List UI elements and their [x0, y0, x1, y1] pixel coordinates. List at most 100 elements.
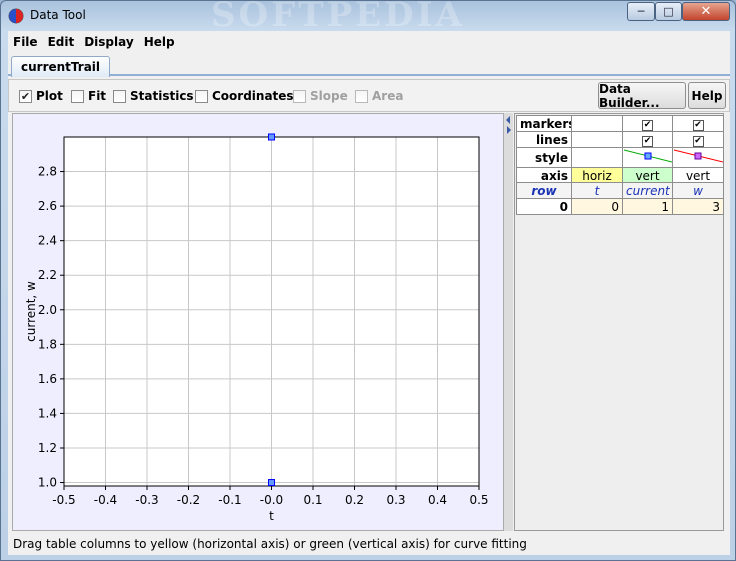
x-tick-label: -0.4: [94, 493, 117, 507]
style-swatch-icon: [623, 149, 672, 163]
x-axis-label: t: [269, 509, 274, 523]
markers-checkbox[interactable]: ✔: [692, 120, 704, 131]
header-row[interactable]: row: [516, 182, 572, 199]
window-title: Data Tool: [30, 8, 86, 22]
cell-t[interactable]: 0: [571, 198, 623, 215]
coordinates-checkbox[interactable]: Coordinates: [195, 89, 294, 103]
style-swatch-icon: [673, 149, 723, 163]
y-tick-label: 1.0: [38, 476, 57, 490]
menu-display[interactable]: Display: [79, 35, 138, 49]
x-tick-label: -0.1: [218, 493, 241, 507]
markers-cell-t: [571, 115, 623, 132]
menu-bar: File Edit Display Help: [8, 31, 730, 52]
style-cell-w[interactable]: [672, 147, 724, 168]
y-tick-label: 1.6: [38, 372, 57, 386]
menu-edit[interactable]: Edit: [43, 35, 80, 49]
cell-current[interactable]: 1: [622, 198, 673, 215]
data-header-row: row t current w: [516, 182, 724, 199]
y-tick-label: 2.0: [38, 303, 57, 317]
data-builder-button[interactable]: Data Builder...: [598, 82, 686, 110]
y-tick-label: 2.2: [38, 268, 57, 282]
maximize-icon: □: [663, 5, 674, 18]
checkbox-icon: [195, 89, 208, 103]
plot-chart[interactable]: -0.5 -0.4 -0.3 -0.2 -0.1 -0.0 0.1 0.2 0.3 0.4 0.5 1…: [13, 114, 505, 532]
statistics-checkbox[interactable]: Statistics: [113, 89, 194, 103]
app-icon: [8, 8, 24, 24]
lines-row: lines ✔ ✔: [516, 131, 724, 148]
y-tick-label: 1.8: [38, 337, 57, 351]
coordinates-label: Coordinates: [212, 89, 294, 103]
menu-help[interactable]: Help: [139, 35, 180, 49]
column-properties-table: markers ✔ ✔ lines ✔ ✔ style axis horiz v…: [516, 115, 724, 184]
y-tick-label: 1.4: [38, 406, 57, 420]
help-button[interactable]: Help: [688, 82, 726, 109]
header-t[interactable]: t: [571, 182, 623, 199]
markers-label: markers: [516, 115, 572, 132]
fit-checkbox[interactable]: Fit: [71, 89, 106, 103]
cell-w[interactable]: 3: [672, 198, 724, 215]
markers-row: markers ✔ ✔: [516, 115, 724, 132]
header-current[interactable]: current: [622, 182, 673, 199]
plot-label: Plot: [36, 89, 63, 103]
area-label: Area: [372, 89, 404, 103]
toolbar: ✔ Plot Fit Statistics Coordinates Slope A…: [8, 79, 730, 112]
style-cell-t: [571, 147, 623, 168]
y-tick-label: 1.2: [38, 441, 57, 455]
area-checkbox: Area: [355, 89, 403, 103]
lines-checkbox[interactable]: ✔: [692, 136, 704, 147]
close-button[interactable]: ✕: [682, 2, 730, 21]
x-tick-label: 0.1: [303, 493, 322, 507]
header-w[interactable]: w: [672, 182, 724, 199]
lines-label: lines: [516, 131, 572, 148]
minimize-icon: ─: [637, 5, 645, 18]
x-tick-label: 0.2: [345, 493, 364, 507]
y-tick-label: 2.4: [38, 234, 57, 248]
x-tick-label: -0.0: [260, 493, 283, 507]
lines-cell-current[interactable]: ✔: [622, 131, 673, 148]
style-label: style: [516, 147, 572, 168]
data-table: row t current w 0 0 1 3: [516, 182, 724, 215]
y-axis-label: current, w: [24, 281, 38, 342]
statistics-label: Statistics: [130, 89, 194, 103]
maximize-button[interactable]: □: [655, 2, 682, 21]
app-window: Data Tool SOFTPEDIA ─ □ ✕ File Edit Disp…: [0, 0, 736, 561]
y-tick-label: 2.6: [38, 199, 57, 213]
title-bar[interactable]: Data Tool SOFTPEDIA ─ □ ✕: [1, 0, 736, 35]
markers-cell-w[interactable]: ✔: [672, 115, 724, 132]
checkbox-icon: [293, 89, 306, 103]
x-tick-label: 0.5: [469, 493, 488, 507]
markers-cell-current[interactable]: ✔: [622, 115, 673, 132]
lines-cell-w[interactable]: ✔: [672, 131, 724, 148]
data-point-w[interactable]: [268, 133, 275, 141]
markers-checkbox[interactable]: ✔: [642, 120, 653, 131]
lines-checkbox[interactable]: ✔: [642, 136, 653, 147]
data-point-current[interactable]: [268, 479, 275, 487]
checkbox-icon: ✔: [19, 89, 32, 103]
style-row: style: [516, 147, 724, 168]
fit-label: Fit: [88, 89, 107, 103]
client-area: File Edit Display Help currentTrail ✔ Plo…: [8, 31, 730, 555]
slope-label: Slope: [310, 89, 348, 103]
style-cell-current[interactable]: [622, 147, 673, 168]
split-pane-divider[interactable]: [504, 113, 513, 531]
plot-checkbox[interactable]: ✔ Plot: [19, 89, 63, 103]
checkbox-icon: [113, 89, 126, 103]
row-number: 0: [516, 198, 572, 215]
watermark: SOFTPEDIA: [211, 0, 465, 35]
checkbox-icon: [71, 89, 84, 103]
status-bar: Drag table columns to yellow (horizontal…: [13, 537, 527, 551]
x-tick-label: -0.5: [52, 493, 75, 507]
plot-panel[interactable]: -0.5 -0.4 -0.3 -0.2 -0.1 -0.0 0.1 0.2 0.3 0.4 0.5 1…: [12, 113, 504, 531]
data-panel: markers ✔ ✔ lines ✔ ✔ style axis horiz v…: [514, 113, 724, 531]
x-tick-label: -0.3: [135, 493, 158, 507]
lines-cell-t: [571, 131, 623, 148]
divider-arrows-icon[interactable]: [504, 113, 513, 143]
slope-checkbox: Slope: [293, 89, 348, 103]
y-tick-label: 2.8: [38, 165, 57, 179]
tab-currenttrail[interactable]: currentTrail: [11, 56, 111, 77]
minimize-button[interactable]: ─: [627, 2, 655, 21]
x-tick-label: 0.4: [428, 493, 447, 507]
x-tick-label: -0.2: [177, 493, 200, 507]
menu-file[interactable]: File: [8, 35, 43, 49]
checkbox-icon: [355, 89, 368, 103]
